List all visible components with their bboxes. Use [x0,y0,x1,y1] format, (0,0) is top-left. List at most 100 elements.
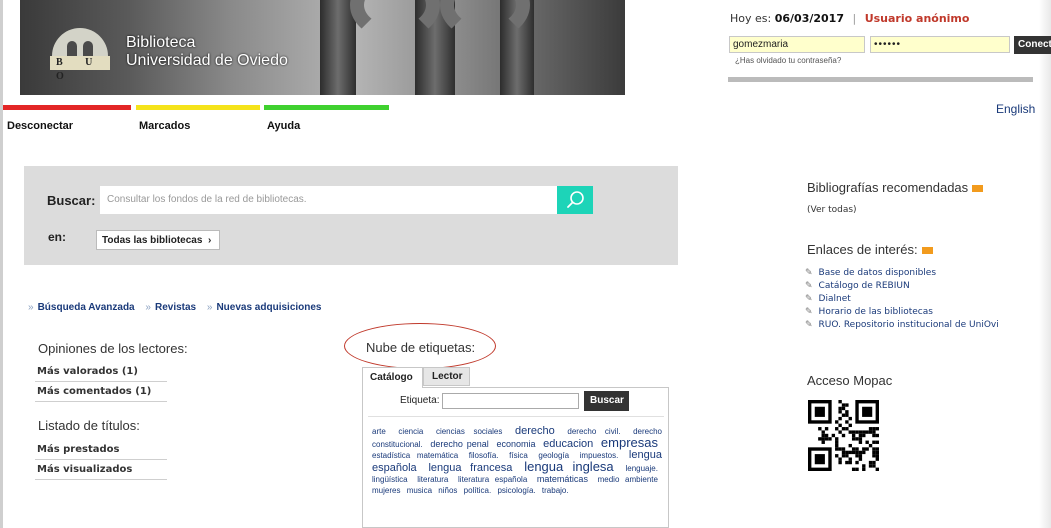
tab-catalog[interactable]: Catálogo [362,367,423,388]
tag-link[interactable]: lengua francesa [428,462,512,474]
link-library-hours[interactable]: ✎ Horario de las bibliotecas [805,307,933,317]
bibliographies-label: Bibliografías recomendadas [807,180,969,195]
tag-link[interactable]: lengua inglesa [524,459,613,474]
list-item-most-borrowed[interactable]: Más prestados [35,441,167,460]
tag-link[interactable]: filosofía. [469,451,499,460]
tag-input[interactable] [442,393,579,409]
library-name-line1: Biblioteca [126,34,196,51]
bullet-icon: » [28,302,34,313]
tag-link[interactable]: derecho penal [430,439,488,449]
tag-link[interactable]: arte [372,427,386,436]
tag-link[interactable]: ciencia [398,427,423,436]
list-item-most-rated[interactable]: Más valorados (1) [35,363,167,382]
tag-search-button[interactable]: Buscar [584,391,629,411]
rss-icon[interactable] [972,185,984,193]
tag-cloud-title: Nube de etiquetas: [366,340,476,355]
paperclip-icon: ✎ [805,268,813,278]
tag-link[interactable]: mujeres [372,486,400,495]
user-name[interactable]: Usuario anónimo [865,12,970,25]
tag-link[interactable]: niños [438,486,457,495]
paperclip-icon: ✎ [805,294,813,304]
tag-link[interactable]: lenguaje. [625,464,657,473]
tag-link[interactable]: ciencias sociales [436,427,502,436]
paperclip-icon: ✎ [805,307,813,317]
link-library-hours-label: Horario de las bibliotecas [818,307,933,317]
tag-link[interactable]: estadística matemática [372,451,458,460]
tag-link[interactable]: economia [496,439,535,449]
qr-code-icon[interactable] [808,400,879,471]
mopac-title: Acceso Mopac [807,373,893,388]
tag-label: Etiqueta: [400,395,440,406]
tab-reader[interactable]: Lector [423,367,470,386]
tag-link[interactable]: literatura [417,475,448,484]
library-select-value: Todas las bibliotecas [102,235,203,246]
link-dialnet[interactable]: ✎ Dialnet [805,294,851,304]
tag-link[interactable]: musica [407,486,432,495]
logo-letters: B U O [50,56,110,82]
search-panel [24,166,678,265]
tag-link[interactable]: empresas [601,435,658,450]
link-ruo-label: RUO. Repositorio institucional de UniOvi [818,320,999,330]
tag-link[interactable]: matemáticas [537,474,588,484]
link-journals[interactable]: Revistas [155,302,196,313]
opinions-title: Opiniones de los lectores: [38,341,188,356]
library-name-line2: Universidad de Oviedo [126,52,288,69]
link-new-acquisitions[interactable]: Nuevas adquisiciones [216,302,321,313]
tag-link[interactable]: educacion [543,438,593,450]
window-edge [1039,0,1051,528]
quick-links: » Búsqueda Avanzada » Revistas » Nuevas adq… [28,302,322,313]
divider-bar [728,77,1033,82]
link-databases-label: Base de datos disponibles [818,268,937,278]
library-name[interactable]: Biblioteca Universidad de Oviedo [126,34,288,70]
paperclip-icon: ✎ [805,281,813,291]
divider [368,416,664,417]
language-link[interactable]: English [996,102,1035,116]
window-border [0,0,3,528]
forgot-password-link[interactable]: ¿Has olvidado tu contraseña? [735,56,841,65]
tag-link[interactable]: política. [464,486,492,495]
separator: | [852,12,857,25]
bullet-icon: » [145,302,151,313]
bibliographies-title[interactable]: Bibliografías recomendadas [807,180,984,195]
tag-link[interactable]: medio ambiente [598,475,658,484]
nav-bookmarks[interactable]: Marcados [139,120,190,132]
buo-logo[interactable]: B U O [50,28,110,82]
link-advanced-search[interactable]: Búsqueda Avanzada [38,302,135,313]
search-input[interactable]: Consultar los fondos de la red de biblio… [100,186,557,214]
date-prefix: Hoy es: [730,12,772,25]
header-banner: B U O Biblioteca Universidad de Oviedo [20,0,625,95]
list-item-most-commented[interactable]: Más comentados (1) [35,383,167,402]
link-rebiun[interactable]: ✎ Catálogo de REBIUN [805,281,910,291]
bullet-icon: » [206,302,213,313]
link-ruo-repository[interactable]: ✎ RUO. Repositorio institucional de UniOv… [805,320,999,330]
library-select[interactable]: Todas las bibliotecas › [96,230,220,250]
library-scope-label: en: [48,230,66,244]
tag-link[interactable]: lingüística [372,475,408,484]
see-all-link[interactable]: (Ver todas) [807,205,857,215]
titles-list-title: Listado de títulos: [38,418,140,433]
link-dialnet-label: Dialnet [818,294,851,304]
nav-color-bar-green [264,105,389,110]
links-title: Enlaces de interés: [807,242,933,257]
search-icon [567,191,584,208]
connect-button[interactable]: Conectar [1014,36,1051,54]
nav-disconnect[interactable]: Desconectar [7,120,73,132]
rss-icon[interactable] [921,247,933,255]
date-user-line: Hoy es: 06/03/2017 | Usuario anónimo [730,12,969,25]
nav-help[interactable]: Ayuda [267,120,300,132]
list-item-most-viewed[interactable]: Más visualizados [35,461,167,480]
links-label: Enlaces de interés: [807,242,918,257]
tag-link[interactable]: trabajo. [542,486,569,495]
tag-link[interactable]: derecho [515,425,555,437]
link-databases[interactable]: ✎ Base de datos disponibles [805,268,936,278]
nav-color-bar-yellow [136,105,260,110]
paperclip-icon: ✎ [805,320,813,330]
username-field[interactable]: gomezmaria [729,36,865,53]
tag-list: arte ciencia ciencias sociales derecho d… [372,426,662,496]
password-field[interactable]: •••••• [870,36,1010,53]
tag-link[interactable]: psicología. [497,486,535,495]
search-label: Buscar: [47,193,96,208]
search-button[interactable] [557,186,593,214]
chevron-right-icon: › [205,235,212,246]
tag-link[interactable]: literatura española [458,475,527,484]
